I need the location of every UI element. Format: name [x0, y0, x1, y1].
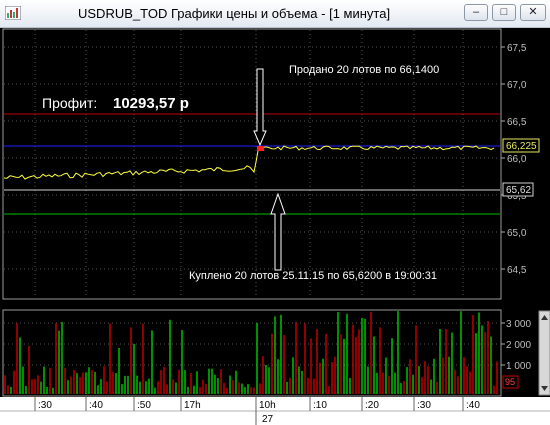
time-tick-label: :40: [89, 400, 103, 411]
time-tick-label: 17h: [184, 400, 201, 411]
profit-value: 10293,57 р: [113, 95, 189, 112]
price-y-axis[interactable]: 67,567,066,566,065,565,064,5: [501, 43, 527, 276]
time-tick-label: :20: [365, 400, 379, 411]
price-tick-label: 64,5: [507, 265, 527, 276]
time-tick-label: :30: [417, 400, 431, 411]
price-tick-label: 67,5: [507, 43, 527, 54]
close-button[interactable]: ✕: [520, 4, 546, 21]
volume-y-axis[interactable]: 3 000 2 000 1 000: [501, 319, 531, 372]
close-icon: ✕: [528, 6, 538, 18]
date-label: 27: [262, 414, 274, 425]
time-tick-label: 10h: [259, 400, 276, 411]
app-icon: [5, 6, 21, 20]
window-title: USDRUB_TOD Графики цены и объема - [1 ми…: [78, 6, 391, 21]
price-tick-label: 66,5: [507, 117, 527, 128]
sell-marker: [257, 146, 264, 151]
last-price-tag-text: 66,225: [506, 141, 537, 152]
minimize-button[interactable]: –: [464, 4, 488, 21]
minimize-icon: –: [472, 6, 480, 18]
chart-area: Профит: 10293,57 р Продано 20 лотов по 6…: [0, 28, 550, 425]
title-bar[interactable]: USDRUB_TOD Графики цены и объема - [1 ми…: [0, 0, 550, 28]
time-tick-label: :30: [38, 400, 52, 411]
time-tick-label: :40: [466, 400, 480, 411]
buy-annotation: Куплено 20 лотов 25.11.15 по 65,6200 в 1…: [189, 270, 437, 282]
maximize-button[interactable]: □: [492, 4, 516, 21]
time-tick-label: :50: [137, 400, 151, 411]
chart-window: USDRUB_TOD Графики цены и объема - [1 ми…: [0, 0, 550, 425]
volume-scrollbar[interactable]: [538, 310, 550, 396]
volume-tick-label: 2 000: [506, 340, 531, 351]
maximize-icon: □: [500, 6, 508, 18]
last-volume-tag-text: 95: [505, 377, 515, 387]
price-tick-label: 65,0: [507, 228, 527, 239]
time-tick-label: :10: [313, 400, 327, 411]
sell-annotation: Продано 20 лотов по 66,1400: [289, 64, 439, 76]
price-tick-label: 67,0: [507, 80, 527, 91]
profit-label: Профит:: [42, 95, 97, 111]
volume-tick-label: 1 000: [506, 361, 531, 372]
volume-tick-label: 3 000: [506, 319, 531, 330]
price-tick-label: 66,0: [507, 154, 527, 165]
buy-price-tag-text: 65,62: [506, 185, 531, 196]
